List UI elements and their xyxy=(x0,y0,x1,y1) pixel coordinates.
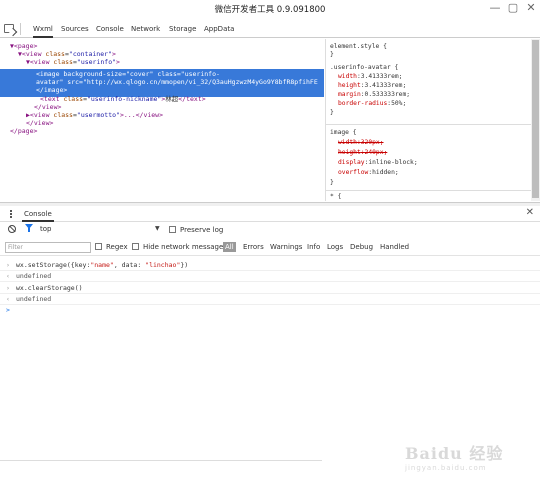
console-filter-bar: Filter Regex Hide network messages All E… xyxy=(0,238,540,256)
level-debug[interactable]: Debug xyxy=(350,243,373,251)
tab-console[interactable]: Console xyxy=(96,25,124,33)
text-content: 林超 xyxy=(165,95,179,103)
tree-node-image-line2[interactable]: avatar" src="http://wx.qlogo.cn/mmopen/v… xyxy=(36,78,318,87)
console-result: ‹ undefined xyxy=(6,295,52,303)
rule-selector-universal[interactable]: * { xyxy=(330,193,341,202)
level-logs[interactable]: Logs xyxy=(327,243,343,251)
divider xyxy=(326,124,532,125)
console-command: › wx.clearStorage() xyxy=(6,284,83,292)
attr-name: class xyxy=(53,58,73,66)
attr-value: "container" xyxy=(68,50,112,58)
wxml-tree: ▼<page> ▼<view class="container"> ▼<view… xyxy=(0,39,324,201)
console-result: ‹ undefined xyxy=(6,272,52,280)
tag-label: ▼<view xyxy=(26,58,54,66)
style-prop[interactable]: width:3.41333rem; xyxy=(338,73,402,82)
divider xyxy=(326,190,532,191)
drawer-tab-console[interactable]: Console xyxy=(22,208,54,222)
hide-network-checkbox[interactable] xyxy=(132,243,139,250)
tag-label: ...</view> xyxy=(123,111,164,119)
style-prop[interactable]: height:3.41333rem; xyxy=(338,82,406,91)
tag-label: <text xyxy=(40,95,64,103)
tree-node-image-close[interactable]: </image> xyxy=(36,86,67,95)
attr-value: "userinfo-nickname" xyxy=(86,95,162,103)
tab-appdata[interactable]: AppData xyxy=(204,25,234,33)
rule-close: } xyxy=(330,109,334,116)
style-prop-overridden[interactable]: height:240px; xyxy=(338,149,387,158)
console-toolbar: top ▼ Preserve log xyxy=(0,222,540,238)
style-prop-overridden[interactable]: width:320px; xyxy=(338,139,384,148)
clear-console-icon[interactable] xyxy=(8,225,16,233)
preserve-log-checkbox[interactable] xyxy=(169,226,176,233)
attr-name: class xyxy=(53,111,73,119)
divider xyxy=(20,23,21,35)
filter-icon-stem xyxy=(28,228,30,232)
tab-storage[interactable]: Storage xyxy=(169,25,196,33)
title-bar: 微信开发者工具 0.9.091800 — ▢ ✕ xyxy=(0,0,540,18)
level-errors[interactable]: Errors xyxy=(243,243,264,251)
console-command: › wx.setStorage({key:"name", data: "linch… xyxy=(6,261,189,269)
close-button[interactable]: ✕ xyxy=(522,1,540,15)
tree-node-view-userinfo[interactable]: ▼<view class="userinfo"> xyxy=(26,58,120,67)
style-prop[interactable]: display:inline-block; xyxy=(338,159,418,168)
rule-selector-image[interactable]: image { xyxy=(330,129,357,138)
close-drawer-icon[interactable]: ✕ xyxy=(526,207,534,218)
divider xyxy=(0,281,540,282)
baidu-watermark: Baidu 经验 jingyan.baidu.com xyxy=(405,440,535,480)
style-prop[interactable]: border-radius:50%; xyxy=(338,100,406,109)
context-select[interactable]: top xyxy=(40,225,51,233)
maximize-button[interactable]: ▢ xyxy=(504,1,522,15)
output-arrow-icon: ‹ xyxy=(6,272,10,280)
regex-label: Regex xyxy=(106,243,128,251)
devtools-tabbar: Wxml Sources Console Network Storage App… xyxy=(0,20,540,38)
minimize-button[interactable]: — xyxy=(486,1,504,15)
divider xyxy=(0,293,540,294)
output-arrow-icon: ‹ xyxy=(6,295,10,303)
divider xyxy=(0,304,540,305)
tag-label: ▼<view xyxy=(18,50,46,58)
window-title: 微信开发者工具 0.9.091800 xyxy=(214,5,326,15)
styles-pane: element.style { } .userinfo-avatar { wid… xyxy=(325,39,532,202)
regex-checkbox[interactable] xyxy=(95,243,102,250)
tree-node-page-close[interactable]: </page> xyxy=(10,127,37,136)
scrollbar-thumb[interactable] xyxy=(532,40,539,198)
inspect-element-icon[interactable] xyxy=(4,24,14,33)
level-warnings[interactable]: Warnings xyxy=(270,243,302,251)
style-prop[interactable]: overflow:hidden; xyxy=(338,169,399,178)
rule-close: } xyxy=(330,179,334,186)
rule-close: } xyxy=(330,51,334,58)
element-style-selector[interactable]: element.style { xyxy=(330,43,387,52)
tab-network[interactable]: Network xyxy=(131,25,160,33)
watermark-url: jingyan.baidu.com xyxy=(405,464,487,472)
level-info[interactable]: Info xyxy=(307,243,320,251)
level-handled[interactable]: Handled xyxy=(380,243,409,251)
tag-label: ▼<page> xyxy=(10,42,38,50)
chevron-down-icon[interactable]: ▼ xyxy=(155,225,160,232)
filter-input[interactable]: Filter xyxy=(5,242,91,253)
divider xyxy=(0,460,322,461)
hide-network-label: Hide network messages xyxy=(143,243,227,251)
rule-selector-userinfo-avatar[interactable]: .userinfo-avatar { xyxy=(330,64,398,73)
watermark-logo: Baidu 经验 xyxy=(405,444,504,463)
attr-value: "userinfo" xyxy=(76,58,117,66)
input-arrow-icon: › xyxy=(6,261,10,269)
level-all[interactable]: All xyxy=(223,242,236,252)
tab-sources[interactable]: Sources xyxy=(61,25,89,33)
input-arrow-icon: › xyxy=(6,284,10,292)
tree-node-text-nickname[interactable]: <text class="userinfo-nickname">林超</text… xyxy=(40,95,206,104)
drawer-tabbar: Console ✕ xyxy=(0,206,540,222)
tag-label: </text> xyxy=(178,95,206,103)
style-prop[interactable]: margin:0.533333rem; xyxy=(338,91,410,100)
attr-name: class xyxy=(63,95,84,103)
console-prompt[interactable]: > xyxy=(6,306,10,314)
divider xyxy=(0,270,540,271)
tab-wxml[interactable]: Wxml xyxy=(33,25,53,38)
more-menu-icon[interactable] xyxy=(10,209,13,219)
attr-name: class xyxy=(45,50,65,58)
preserve-log-label: Preserve log xyxy=(180,226,224,234)
attr-value: "usermotto" xyxy=(76,111,120,119)
tag-label: ▶<view xyxy=(26,111,54,119)
